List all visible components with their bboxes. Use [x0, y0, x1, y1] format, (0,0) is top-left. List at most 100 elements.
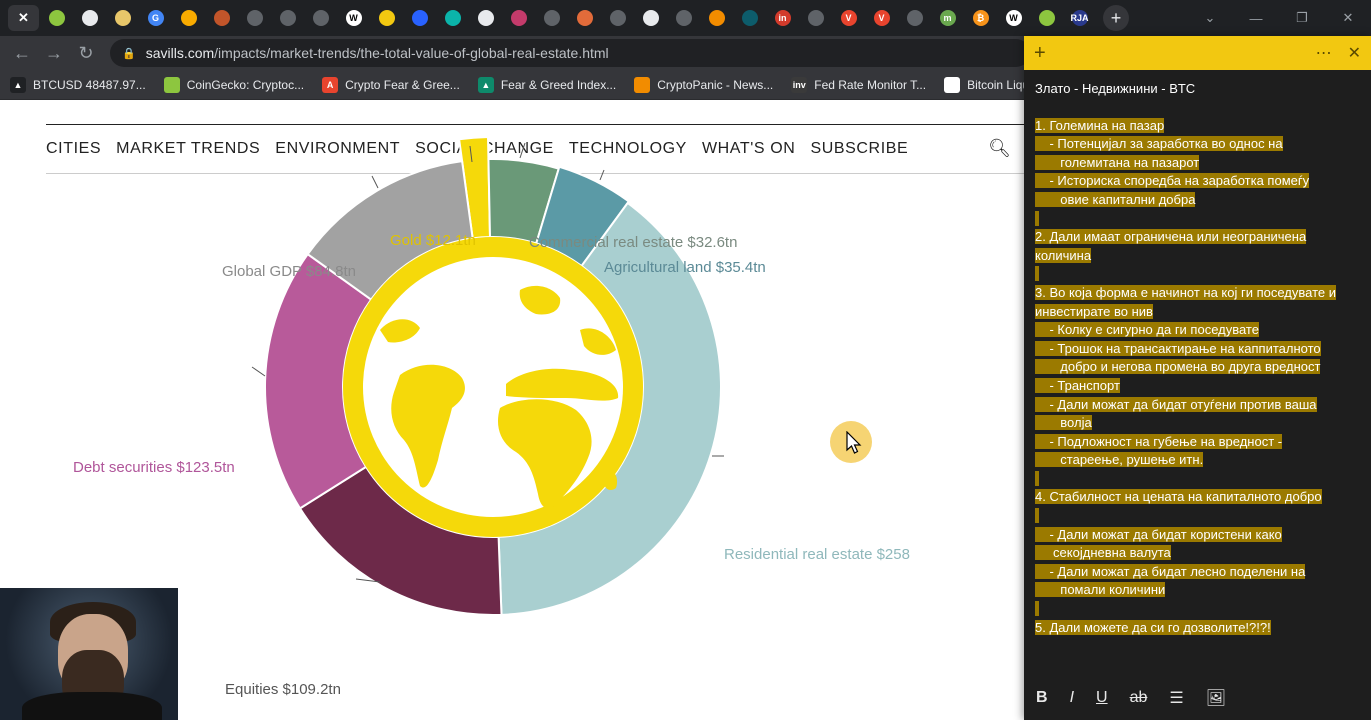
globe-icon	[906, 10, 923, 26]
note-line: 5. Дали можете да си го дозволите!?!?!	[1035, 619, 1361, 638]
italic-button[interactable]: I	[1070, 689, 1074, 707]
sticky-note-window[interactable]: + ⋯ ✕ Злато - Недвижнини - BTC 1. Големи…	[1024, 36, 1371, 720]
close-note-icon[interactable]: ✕	[1348, 43, 1361, 63]
note-line: - Подложност на губење на вредност -	[1035, 433, 1361, 452]
browser-tab[interactable]	[1031, 5, 1062, 31]
highlighted-text: - Колку е сигурно да ги поседувате	[1035, 322, 1259, 338]
browser-tab[interactable]	[536, 5, 567, 31]
bookmark-item[interactable]: ▲ BTCUSD 48487.97...	[10, 76, 146, 93]
add-note-icon[interactable]: +	[1034, 42, 1046, 65]
highlighted-text: секојдневна валута	[1035, 545, 1171, 561]
insert-image-button[interactable]: 🖼	[1206, 688, 1226, 708]
presenter-body	[22, 692, 162, 720]
label-gold: Gold $12.1tn	[390, 232, 476, 249]
globe-icon	[675, 10, 692, 26]
browser-tab[interactable]: in	[767, 5, 798, 31]
browser-tab[interactable]: W	[338, 5, 369, 31]
globe-icon	[312, 10, 329, 26]
browser-tab[interactable]: m	[932, 5, 963, 31]
browser-tab[interactable]: ₿	[965, 5, 996, 31]
bold-button[interactable]: B	[1036, 689, 1048, 707]
note-line: волја	[1035, 414, 1361, 433]
note-line: 3. Во која форма е начинот на кој ги пос…	[1035, 284, 1361, 303]
window-controls: ⌄ — ❐ ✕	[1187, 0, 1371, 36]
new-tab-button[interactable]: +	[1103, 5, 1129, 31]
bookmark-label: Fed Rate Monitor T...	[814, 77, 927, 92]
browser-tab[interactable]: W	[998, 5, 1029, 31]
bookmark-item[interactable]: A Crypto Fear & Gree...	[322, 76, 460, 93]
address-path: /impacts/market-trends/the-total-value-o…	[214, 45, 609, 61]
browser-tab[interactable]	[404, 5, 435, 31]
note-line: големитана на пазарот	[1035, 154, 1361, 173]
browser-tab[interactable]	[701, 5, 732, 31]
highlighted-text	[1035, 470, 1039, 486]
browser-tab[interactable]	[635, 5, 666, 31]
sticky-note-body[interactable]: Злато - Недвижнини - BTC 1. Големина на …	[1024, 70, 1371, 637]
highlighted-text: овие капитални добра	[1035, 191, 1196, 207]
browser-tab[interactable]	[437, 5, 468, 31]
browser-tab[interactable]: V	[833, 5, 864, 31]
note-line: добро и негова промена во друга вредност	[1035, 358, 1361, 377]
browser-tab[interactable]	[371, 5, 402, 31]
bookmark-label: Crypto Fear & Gree...	[345, 77, 460, 92]
browser-tab[interactable]	[470, 5, 501, 31]
note-line: - Трошок на трансактирање на каппиталнот…	[1035, 340, 1361, 359]
browser-tab[interactable]	[74, 5, 105, 31]
browser-tab[interactable]	[41, 5, 72, 31]
browser-tab[interactable]	[206, 5, 237, 31]
bookmark-item[interactable]: CryptoPanic - News...	[634, 76, 773, 93]
bookmark-item[interactable]: CoinGecko: Cryptoc...	[163, 76, 304, 93]
browser-tab[interactable]	[107, 5, 138, 31]
shield-v-icon: V	[873, 10, 890, 26]
note-line: - Потенцијал за заработка во однос на	[1035, 135, 1361, 154]
forward-button[interactable]: →	[38, 38, 70, 68]
globe-icon	[609, 10, 626, 26]
browser-tab[interactable]	[602, 5, 633, 31]
note-line	[1035, 265, 1361, 284]
close-window-button[interactable]: ✕	[1325, 0, 1371, 36]
maximize-button[interactable]: ❐	[1279, 0, 1325, 36]
browser-tab[interactable]	[239, 5, 270, 31]
note-format-toolbar: B I Uab ☰ 🖼	[1024, 676, 1371, 720]
browser-tab[interactable]	[800, 5, 831, 31]
note-line: 4. Стабилност на цената на капиталното д…	[1035, 488, 1361, 507]
browser-tab[interactable]	[569, 5, 600, 31]
browser-tab-strip: ✕ G Win V Vm ₿ W RJA +	[0, 0, 1371, 36]
address-bar[interactable]: 🔒 savills.com /impacts/market-trends/the…	[110, 39, 1030, 67]
highlighted-text: стареење, рушење итн.	[1035, 452, 1204, 468]
nbc-icon	[576, 10, 593, 26]
minimize-button[interactable]: —	[1233, 0, 1279, 36]
highlighted-text: добро и негова промена во друга вредност	[1035, 359, 1321, 375]
highlighted-text: - Потенцијал за заработка во однос на	[1035, 136, 1283, 152]
stack-icon	[444, 10, 461, 26]
browser-tab[interactable]: ✕	[8, 5, 39, 31]
back-button[interactable]: ←	[6, 38, 38, 68]
browser-tab[interactable]	[272, 5, 303, 31]
highlighted-text: помали количини	[1035, 582, 1166, 598]
bookmark-item[interactable]: inv Fed Rate Monitor T...	[791, 76, 927, 93]
note-line: - Дали можат да бидат користени како	[1035, 526, 1361, 545]
tab-search-icon[interactable]: ⌄	[1187, 0, 1233, 36]
bullet-list-button[interactable]: ☰	[1169, 688, 1183, 708]
browser-tab[interactable]	[734, 5, 765, 31]
note-line: секојдневна валута	[1035, 544, 1361, 563]
strikethrough-button[interactable]: ab	[1130, 689, 1148, 707]
browser-tab[interactable]: G	[140, 5, 171, 31]
browser-tab[interactable]	[305, 5, 336, 31]
bookmark-item[interactable]: ▲ Fear & Greed Index...	[477, 76, 616, 93]
note-line: инвестирате во нив	[1035, 303, 1361, 322]
note-line: количина	[1035, 247, 1361, 266]
browser-tab[interactable]	[668, 5, 699, 31]
browser-tab[interactable]	[173, 5, 204, 31]
reload-button[interactable]: ↻	[70, 38, 102, 68]
highlighted-text: количина	[1035, 247, 1092, 263]
browser-tab[interactable]	[503, 5, 534, 31]
browser-tab[interactable]: V	[866, 5, 897, 31]
m-icon: m	[939, 10, 956, 26]
browser-tab[interactable]	[899, 5, 930, 31]
underline-button[interactable]: U	[1096, 689, 1108, 707]
more-options-icon[interactable]: ⋯	[1316, 43, 1332, 63]
browser-tab[interactable]: RJA	[1064, 5, 1095, 31]
note-line	[1035, 470, 1361, 489]
label-global-gdp: Global GDP $84.8tn	[222, 263, 356, 280]
